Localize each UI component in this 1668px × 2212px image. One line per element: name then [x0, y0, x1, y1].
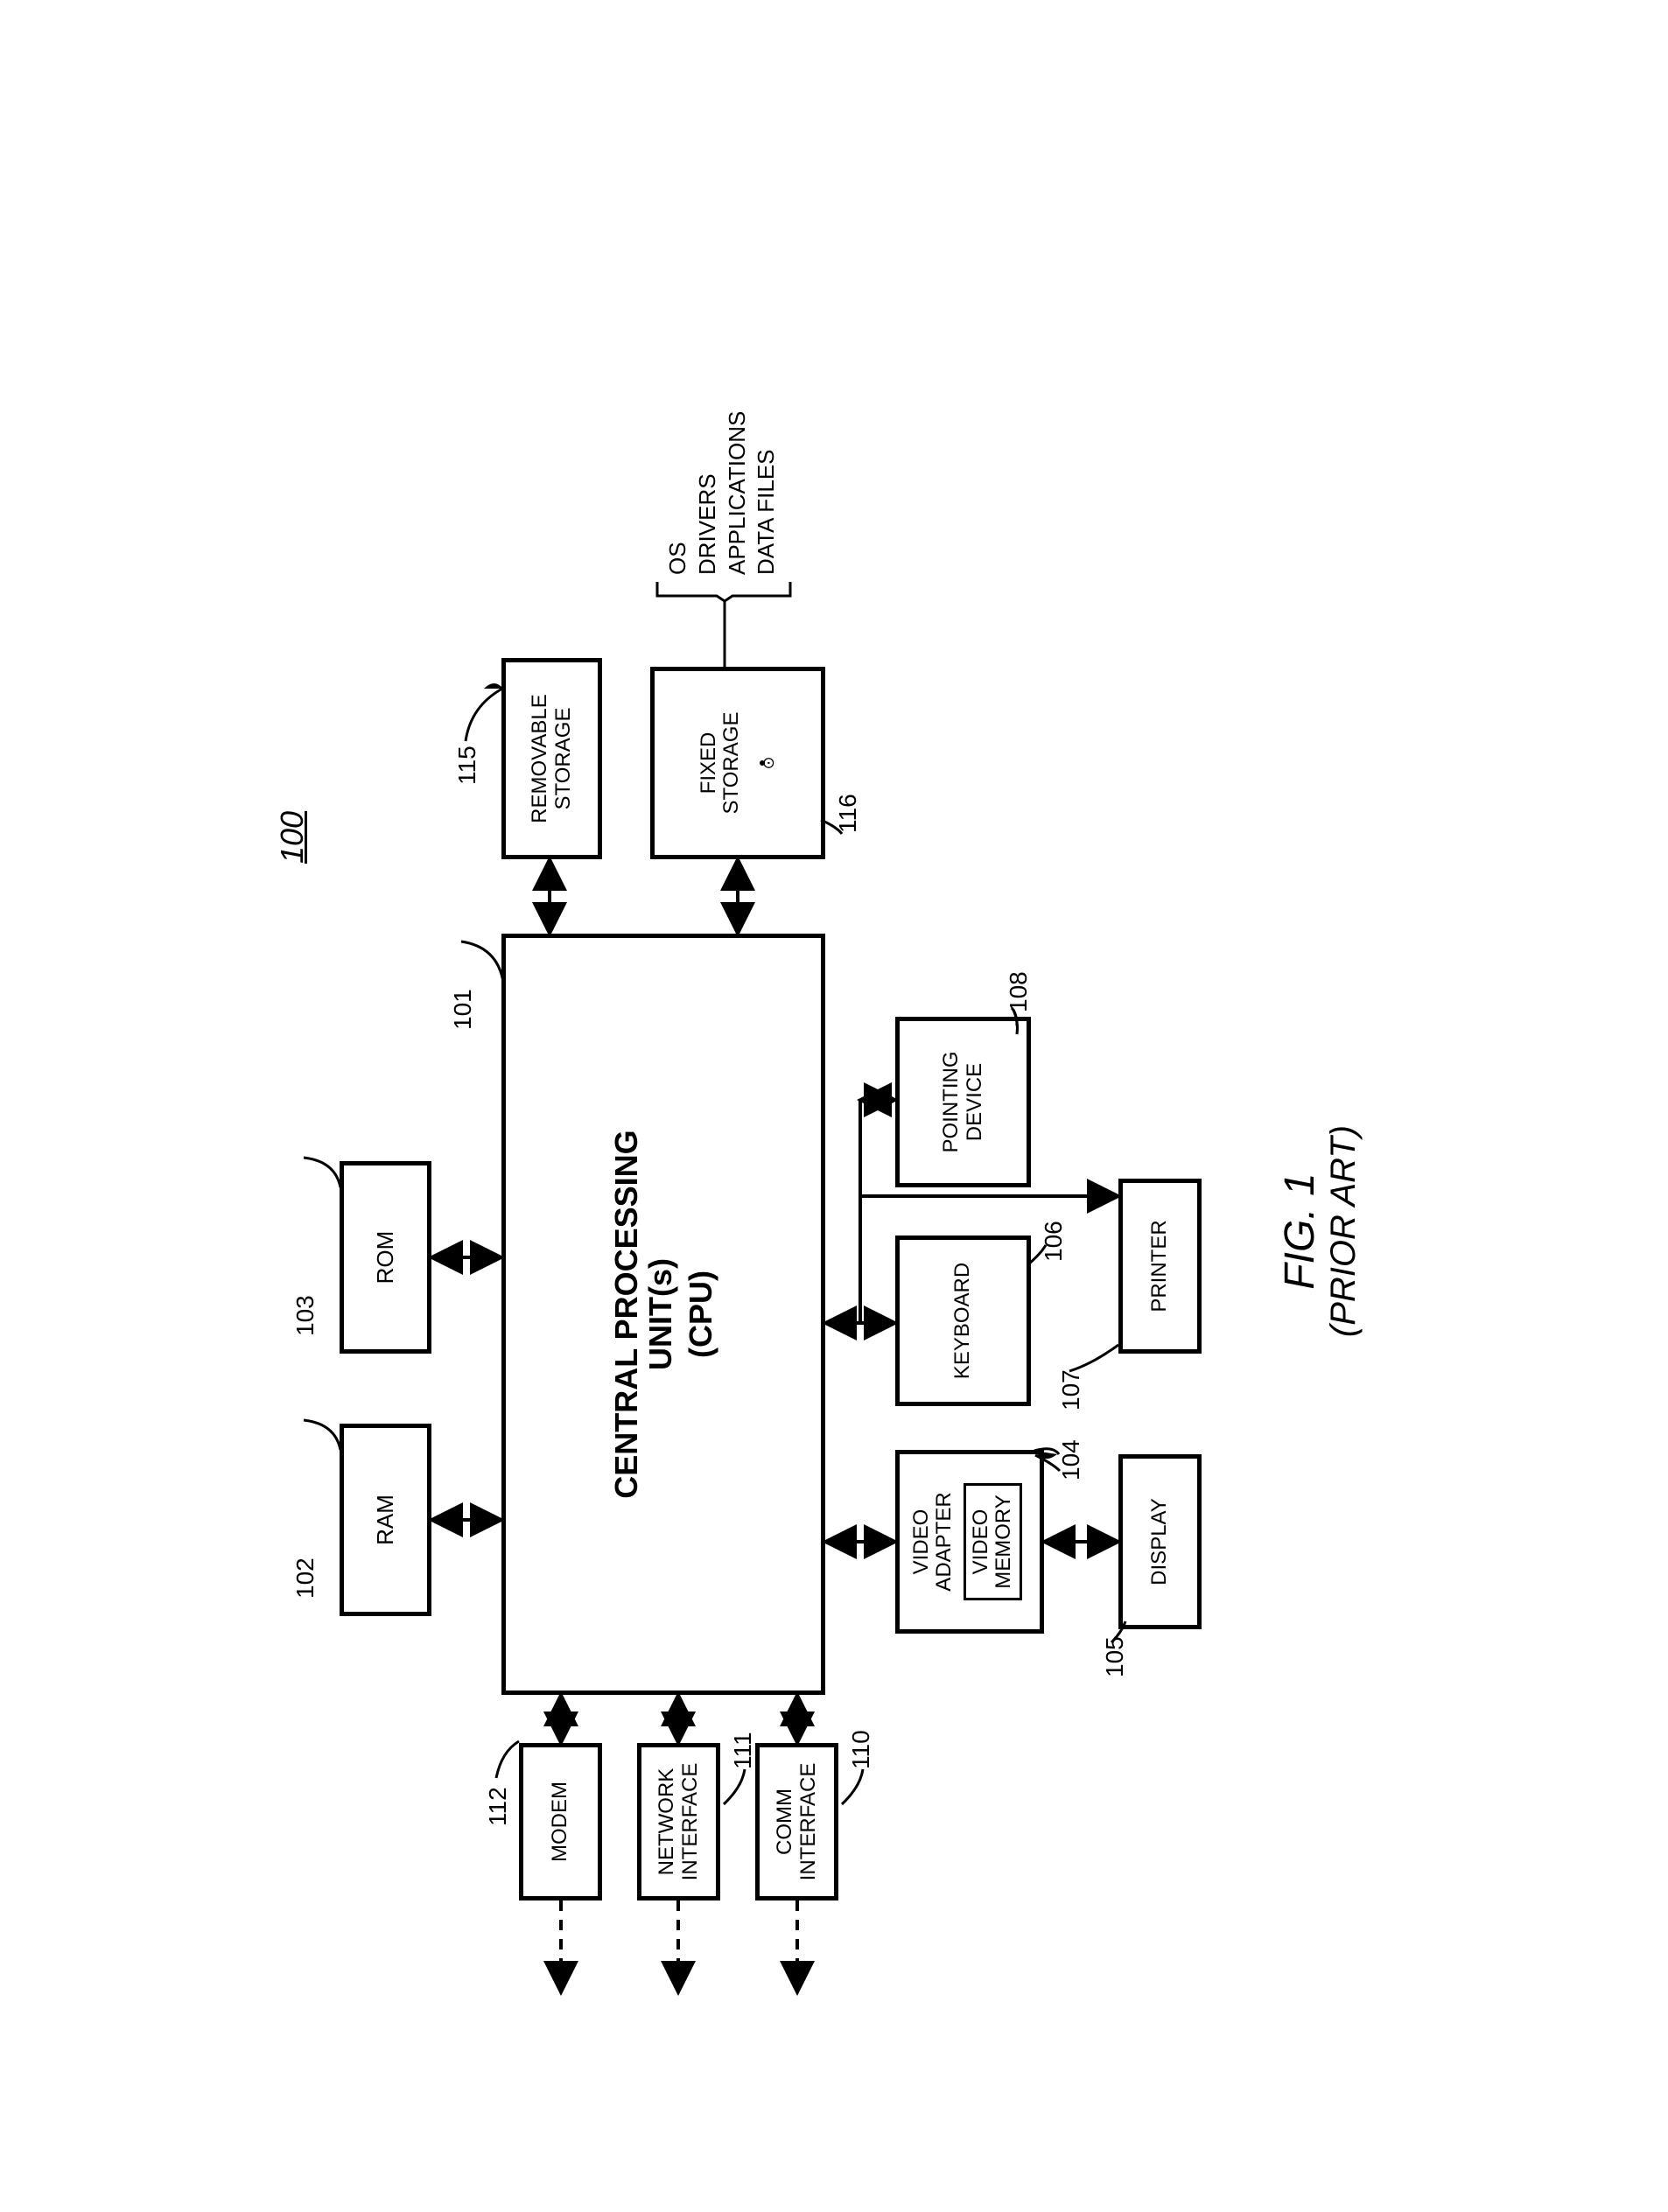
block-ram: RAM [340, 1424, 431, 1616]
keyboard-label: KEYBOARD [951, 1263, 974, 1379]
bracket-connector [720, 597, 729, 667]
diagram-canvas: 100 RAM 102 ROM 103 CENTRAL PROCESSING U… [221, 272, 1447, 1940]
block-network-interface: NETWORK INTERFACE [637, 1743, 720, 1900]
printer-label: PRINTER [1148, 1220, 1171, 1312]
fixed-line2: STORAGE [720, 712, 743, 815]
display-label: DISPLAY [1148, 1498, 1171, 1586]
block-keyboard: KEYBOARD [895, 1236, 1031, 1406]
figure-number: FIG. 1 [1276, 1056, 1324, 1406]
removable-line2: STORAGE [552, 708, 575, 810]
block-pointing-device: POINTING DEVICE [895, 1017, 1031, 1187]
storage-datafiles: DATA FILES [752, 411, 781, 575]
video-memory-subbox: VIDEO MEMORY [964, 1483, 1022, 1600]
block-fixed-storage: FIXED STORAGE ⊙ [650, 667, 825, 859]
block-modem: MODEM [519, 1743, 602, 1900]
modem-label: MODEM [549, 1782, 571, 1862]
removable-ref: 115 [453, 746, 481, 785]
rom-ref: 103 [291, 1295, 319, 1336]
rom-label: ROM [373, 1231, 398, 1284]
cpu-line2: UNIT(s) [643, 1258, 678, 1370]
netif-line1: NETWORK [655, 1768, 678, 1876]
fixed-ref: 116 [834, 794, 862, 833]
bracket-storage [657, 575, 793, 601]
comm-line1: COMM [774, 1788, 796, 1855]
comm-ref: 110 [847, 1730, 875, 1769]
connectors-layer [221, 272, 1447, 1940]
video-ref: 104 [1057, 1439, 1085, 1480]
ram-ref: 102 [291, 1558, 319, 1599]
block-video-adapter: VIDEO ADAPTER VIDEO MEMORY [895, 1450, 1044, 1634]
display-ref: 105 [1101, 1636, 1129, 1677]
keyboard-ref: 106 [1040, 1221, 1068, 1262]
system-ref-number: 100 [274, 811, 311, 864]
figure-prior-art: (PRIOR ART) [1324, 1056, 1363, 1406]
block-display: DISPLAY [1118, 1454, 1202, 1629]
block-comm-interface: COMM INTERFACE [755, 1743, 838, 1900]
fixed-storage-dot: ⊙ [760, 756, 778, 769]
storage-applications: APPLICATIONS [723, 411, 753, 575]
cpu-ref: 101 [449, 989, 477, 1030]
removable-line1: REMOVABLE [529, 694, 551, 823]
pointing-ref: 108 [1005, 971, 1033, 1012]
storage-contents-list: OS DRIVERS APPLICATIONS DATA FILES [663, 411, 781, 575]
video-line2: ADAPTER [933, 1492, 956, 1591]
cpu-line1: CENTRAL PROCESSING [609, 1130, 644, 1498]
storage-os: OS [663, 411, 693, 575]
netif-line2: INTERFACE [679, 1763, 702, 1881]
block-printer: PRINTER [1118, 1179, 1202, 1354]
pointing-line1: POINTING [940, 1052, 963, 1153]
printer-ref: 107 [1057, 1369, 1085, 1410]
modem-ref: 112 [484, 1787, 512, 1826]
block-rom: ROM [340, 1161, 431, 1354]
block-removable-storage: REMOVABLE STORAGE [501, 658, 602, 859]
block-cpu: CENTRAL PROCESSING UNIT(s) (CPU) [501, 934, 825, 1695]
ram-label: RAM [373, 1494, 398, 1545]
netif-ref: 111 [729, 1732, 757, 1769]
cpu-line3: (CPU) [683, 1270, 718, 1358]
video-line1: VIDEO [910, 1509, 933, 1575]
pointing-line2: DEVICE [964, 1063, 986, 1141]
fixed-line1: FIXED [697, 732, 720, 794]
storage-drivers: DRIVERS [693, 411, 723, 575]
comm-line2: INTERFACE [797, 1763, 820, 1881]
